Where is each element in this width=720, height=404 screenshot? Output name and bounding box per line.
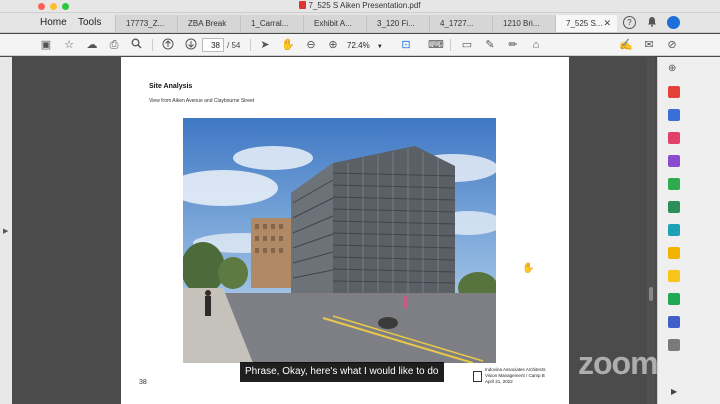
fit-page-icon[interactable]: ⊡ (399, 38, 413, 52)
window-title: 7_525 S Aiken Presentation.pdf (0, 1, 720, 10)
tools-link[interactable]: Tools (78, 17, 101, 28)
zoom-search-icon[interactable]: ⊕ (668, 63, 680, 75)
scrollbar-thumb[interactable] (649, 287, 653, 301)
zoom-level-dropdown[interactable]: 72.4% ▼ (347, 38, 389, 52)
edit-pdf-icon[interactable] (668, 109, 680, 121)
page-total-label: / 54 (227, 41, 241, 50)
tab-doc-7[interactable]: 1210 Bri... (492, 15, 555, 32)
hand-pan-icon[interactable]: ✋ (281, 38, 295, 52)
upload-cloud-icon[interactable]: ☁ (85, 38, 99, 52)
print-icon[interactable]: ⎙ (107, 38, 121, 52)
firm-credit: Indovina Associates Architects Vision Ma… (485, 367, 546, 384)
export-pdf-icon[interactable] (668, 86, 680, 98)
zoom-in-icon[interactable]: ⊕ (326, 38, 340, 52)
chevron-down-icon: ▼ (376, 44, 383, 50)
sign-pen-icon[interactable]: ✍ (619, 38, 633, 52)
right-tools-panel: ⊕ ▶ (657, 57, 720, 404)
previous-page-icon[interactable] (161, 38, 175, 52)
page-subheading: View from Aiken Avenue and Claybourne St… (149, 98, 255, 104)
email-icon[interactable]: ✉ (642, 38, 656, 52)
protect-shield-icon[interactable] (668, 316, 680, 328)
create-pdf-icon[interactable] (668, 132, 680, 144)
scan-ocr-icon[interactable] (668, 247, 680, 259)
combine-files-icon[interactable] (668, 224, 680, 236)
main-toolbar: ▣ ☆ ☁ ⎙ 38 / 54 ➤ ✋ ⊖ ⊕ 72.4% ▼ ⊡ ⌨ ▭ ✎ … (0, 34, 720, 56)
toolbar-divider (250, 39, 251, 51)
expand-left-panel-icon[interactable]: ▶ (3, 227, 8, 235)
tab-doc-3[interactable]: 1_Carral... (240, 15, 303, 32)
pdf-page-number: 38 (139, 379, 147, 386)
mouse-cursor-icon: ✋ (522, 263, 535, 274)
stamp-tag-icon[interactable]: ⌂ (529, 38, 543, 52)
tab-bar: Home Tools 17773_Z... ZBA Break 1_Carral… (0, 13, 720, 33)
pen-highlight-icon[interactable]: ✎ (483, 38, 497, 52)
comment-tool-icon[interactable] (668, 178, 680, 190)
account-avatar[interactable] (667, 16, 680, 29)
page-heading: Site Analysis (149, 83, 193, 90)
live-caption-text: Phrase, Okay, here's what I would like t… (240, 362, 444, 382)
print-production-icon[interactable] (668, 293, 680, 305)
document-viewer[interactable]: Site Analysis View from Aiken Avenue and… (12, 57, 655, 404)
page-number-input[interactable]: 38 (202, 38, 224, 52)
collapse-right-panel-icon[interactable]: ▶ (671, 387, 677, 396)
pdf-page: Site Analysis View from Aiken Avenue and… (121, 57, 569, 404)
search-icon[interactable] (129, 38, 143, 52)
architectural-rendering-image (183, 118, 496, 363)
bookmark-star-icon[interactable]: ☆ (62, 38, 76, 52)
title-bar: 7_525 S Aiken Presentation.pdf (0, 0, 720, 13)
notification-bell-icon[interactable] (645, 16, 658, 29)
fill-sign-icon[interactable] (668, 155, 680, 167)
tab-doc-6[interactable]: 4_1727... (429, 15, 492, 32)
save-icon[interactable]: ▣ (39, 38, 53, 52)
firm-logo (473, 371, 482, 382)
organize-pages-icon[interactable] (668, 201, 680, 213)
zoom-watermark-logo: zoom (578, 345, 659, 381)
keyboard-icon[interactable]: ⌨ (428, 38, 444, 52)
close-tab-icon[interactable]: ✕ (603, 18, 611, 29)
share-link-icon[interactable]: ⊘ (665, 38, 679, 52)
home-link[interactable]: Home (40, 17, 67, 28)
tab-doc-1[interactable]: 17773_Z... (115, 15, 177, 32)
toolbar-divider (152, 39, 153, 51)
tab-doc-5[interactable]: 3_120 Fi... (366, 15, 429, 32)
next-page-icon[interactable] (184, 38, 198, 52)
tab-doc-4[interactable]: Exhibit A... (303, 15, 366, 32)
acrobat-window: 7_525 S Aiken Presentation.pdf Home Tool… (0, 0, 720, 404)
draw-pencil-icon[interactable]: ✏ (506, 38, 520, 52)
help-icon[interactable]: ? (623, 16, 636, 29)
tab-doc-8-active[interactable]: 7_525 S... ✕ (555, 15, 617, 32)
left-nav-panel-collapsed[interactable]: ▶ (0, 57, 12, 404)
more-tools-wrench-icon[interactable] (668, 339, 680, 351)
zoom-out-icon[interactable]: ⊖ (304, 38, 318, 52)
toolbar-divider (450, 39, 451, 51)
tab-doc-2[interactable]: ZBA Break (177, 15, 240, 32)
comment-icon[interactable]: ▭ (460, 38, 474, 52)
select-pointer-icon[interactable]: ➤ (258, 38, 272, 52)
sticky-note-icon[interactable] (668, 270, 680, 282)
pdf-file-icon (299, 1, 307, 9)
